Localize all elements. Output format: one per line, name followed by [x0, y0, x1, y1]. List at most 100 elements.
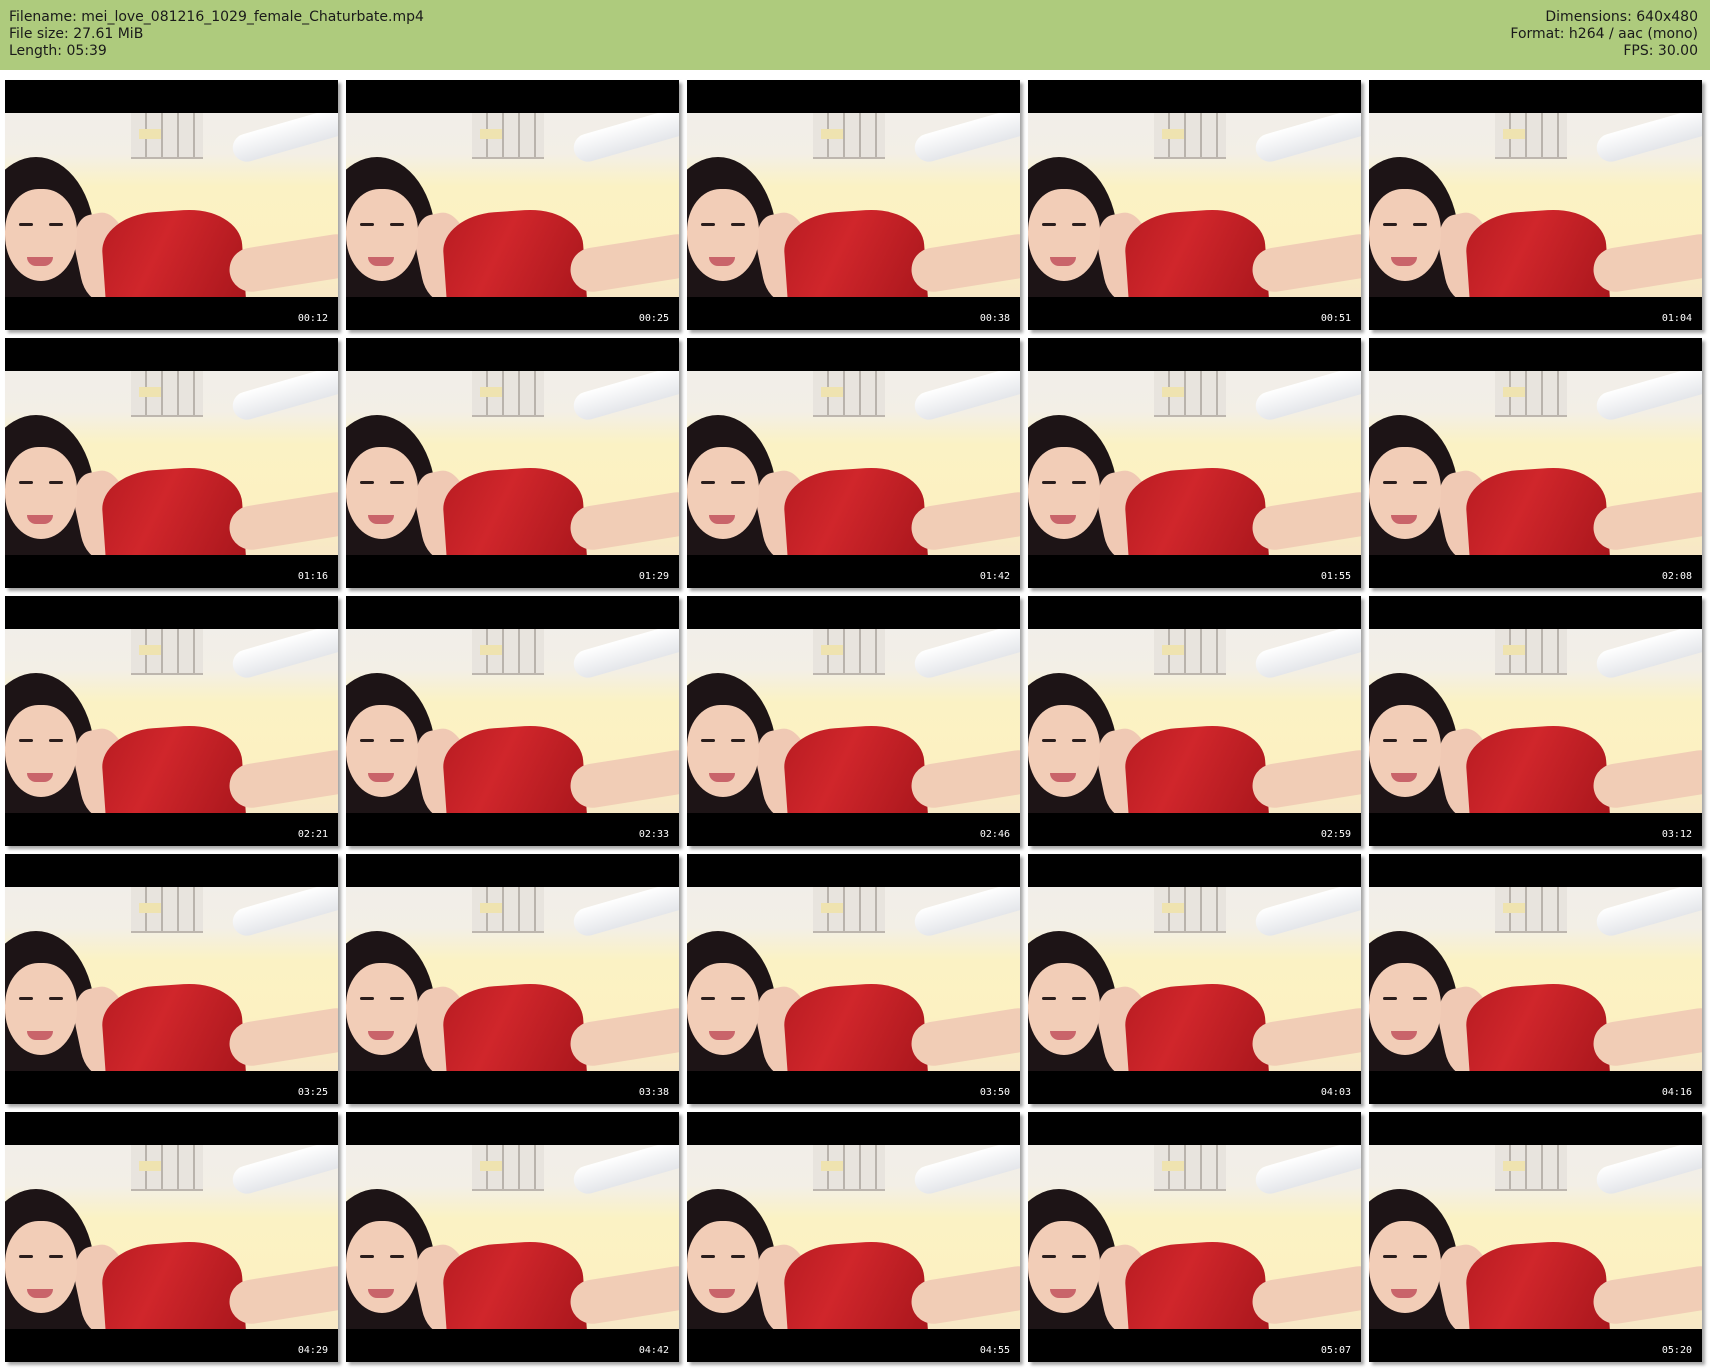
frame-leg [1249, 747, 1361, 811]
frame-leg [1590, 1005, 1702, 1069]
video-thumbnail[interactable]: 01:42 [687, 338, 1020, 588]
frame-dress [440, 722, 588, 813]
thumbnail-timestamp: 02:46 [979, 829, 1010, 840]
thumbnail-timestamp: 03:38 [638, 1087, 669, 1098]
thumbnail-frame-image [687, 371, 1020, 555]
frame-leg [1249, 1005, 1361, 1069]
frame-pillow [229, 113, 338, 165]
video-thumbnail[interactable]: 03:50 [687, 854, 1020, 1104]
thumbnail-frame-image [346, 1145, 679, 1329]
frame-pillow [1252, 1145, 1361, 1197]
video-thumbnail[interactable]: 04:03 [1028, 854, 1361, 1104]
frame-leg [1590, 231, 1702, 295]
video-thumbnail[interactable]: 05:20 [1369, 1112, 1702, 1362]
frame-pillow [1593, 887, 1702, 939]
frame-shelf [472, 629, 544, 675]
frame-face [346, 447, 418, 539]
thumbnail-timestamp: 02:59 [1320, 829, 1351, 840]
frame-face [346, 963, 418, 1055]
frame-leg [567, 231, 679, 295]
video-thumbnail[interactable]: 02:59 [1028, 596, 1361, 846]
frame-leg [226, 1263, 338, 1327]
video-thumbnail[interactable]: 03:25 [5, 854, 338, 1104]
frame-shelf [813, 887, 885, 933]
video-thumbnail[interactable]: 01:55 [1028, 338, 1361, 588]
frame-pillow [1593, 629, 1702, 681]
frame-face [1369, 1221, 1441, 1313]
video-thumbnail[interactable]: 01:04 [1369, 80, 1702, 330]
dimensions-label: Dimensions: 640x480 [1545, 9, 1698, 25]
frame-leg [908, 489, 1020, 553]
video-thumbnail[interactable]: 04:16 [1369, 854, 1702, 1104]
frame-pillow [570, 629, 679, 681]
thumbnail-frame-image [5, 113, 338, 297]
video-thumbnail[interactable]: 02:33 [346, 596, 679, 846]
video-thumbnail[interactable]: 01:29 [346, 338, 679, 588]
frame-shelf [813, 629, 885, 675]
frame-pillow [911, 371, 1020, 423]
video-thumbnail[interactable]: 03:38 [346, 854, 679, 1104]
thumbnail-frame-image [687, 887, 1020, 1071]
frame-dress [781, 980, 929, 1071]
thumbnail-frame-image [5, 371, 338, 555]
frame-dress [1463, 722, 1611, 813]
video-thumbnail[interactable]: 01:16 [5, 338, 338, 588]
frame-dress [99, 980, 247, 1071]
video-thumbnail[interactable]: 02:46 [687, 596, 1020, 846]
thumbnail-timestamp: 00:38 [979, 313, 1010, 324]
thumbnail-timestamp: 01:55 [1320, 571, 1351, 582]
thumbnail-timestamp: 02:21 [297, 829, 328, 840]
frame-leg [908, 231, 1020, 295]
frame-pillow [570, 113, 679, 165]
frame-leg [1249, 1263, 1361, 1327]
frame-pillow [911, 887, 1020, 939]
video-thumbnail[interactable]: 00:25 [346, 80, 679, 330]
video-thumbnail[interactable]: 03:12 [1369, 596, 1702, 846]
thumbnail-timestamp: 04:42 [638, 1345, 669, 1356]
frame-shelf [1495, 113, 1567, 159]
frame-shelf [813, 371, 885, 417]
video-thumbnail[interactable]: 00:51 [1028, 80, 1361, 330]
frame-shelf [131, 371, 203, 417]
frame-dress [99, 464, 247, 555]
frame-shelf [1154, 113, 1226, 159]
thumbnail-frame-image [1028, 113, 1361, 297]
frame-face [1369, 447, 1441, 539]
frame-shelf [1495, 887, 1567, 933]
frame-face [1028, 189, 1100, 281]
video-thumbnail[interactable]: 00:38 [687, 80, 1020, 330]
frame-dress [1122, 1238, 1270, 1329]
frame-shelf [1495, 371, 1567, 417]
thumbnail-grid: 00:12 00:25 00:38 00:51 01:04 01:16 01:29 01:42… [5, 80, 1702, 1362]
thumbnail-timestamp: 00:51 [1320, 313, 1351, 324]
video-thumbnail[interactable]: 05:07 [1028, 1112, 1361, 1362]
frame-pillow [229, 371, 338, 423]
frame-shelf [131, 629, 203, 675]
thumbnail-frame-image [346, 887, 679, 1071]
frame-dress [99, 1238, 247, 1329]
video-thumbnail[interactable]: 04:42 [346, 1112, 679, 1362]
thumbnail-frame-image [5, 629, 338, 813]
frame-dress [440, 464, 588, 555]
info-header: Filename: mei_love_081216_1029_female_Ch… [0, 0, 1710, 70]
frame-shelf [1495, 1145, 1567, 1191]
video-thumbnail[interactable]: 02:21 [5, 596, 338, 846]
frame-leg [226, 1005, 338, 1069]
thumbnail-timestamp: 03:25 [297, 1087, 328, 1098]
video-thumbnail[interactable]: 00:12 [5, 80, 338, 330]
frame-face [687, 1221, 759, 1313]
frame-pillow [1593, 113, 1702, 165]
frame-leg [1590, 1263, 1702, 1327]
frame-leg [1249, 489, 1361, 553]
thumbnail-timestamp: 04:03 [1320, 1087, 1351, 1098]
video-thumbnail[interactable]: 04:29 [5, 1112, 338, 1362]
thumbnail-frame-image [1369, 1145, 1702, 1329]
video-thumbnail[interactable]: 04:55 [687, 1112, 1020, 1362]
thumbnail-timestamp: 04:55 [979, 1345, 1010, 1356]
video-thumbnail[interactable]: 02:08 [1369, 338, 1702, 588]
frame-face [5, 1221, 77, 1313]
frame-face [5, 189, 77, 281]
frame-dress [781, 722, 929, 813]
frame-leg [1249, 231, 1361, 295]
frame-pillow [570, 371, 679, 423]
